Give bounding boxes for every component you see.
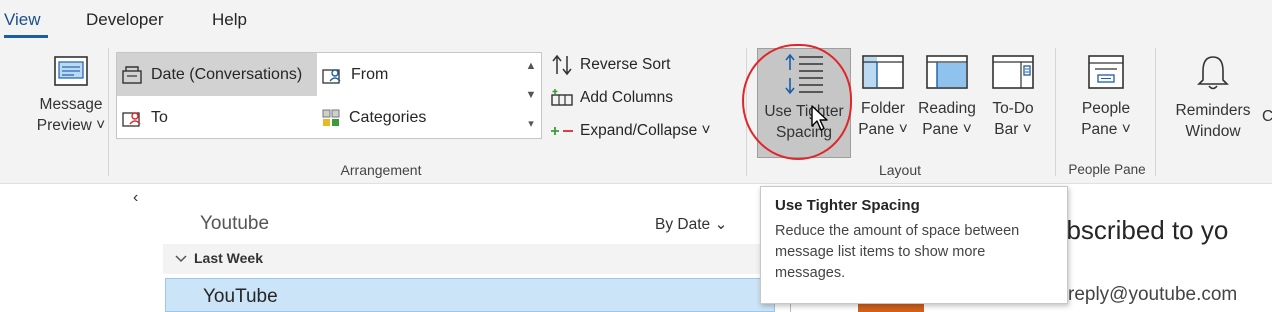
collapse-folder-pane-button[interactable]: ‹ xyxy=(133,189,138,207)
tooltip-body: Reduce the amount of space between messa… xyxy=(775,223,1020,281)
reminders-window-button[interactable]: Reminders Window xyxy=(1168,54,1258,142)
arrangement-item-label: Date (Conversations) xyxy=(151,65,303,83)
divider xyxy=(1155,48,1156,176)
chevron-down-icon xyxy=(175,255,187,263)
arrangement-categories[interactable]: Categories xyxy=(321,99,521,137)
tab-developer[interactable]: Developer xyxy=(86,10,164,30)
add-columns-icon xyxy=(551,89,573,106)
people-pane-group-label: People Pane xyxy=(1068,162,1146,177)
message-preview-button[interactable]: Message Preview ˅ xyxy=(28,54,114,136)
arrangement-item-label: Categories xyxy=(349,109,427,126)
folder-pane-label-2: Pane ˅ xyxy=(858,121,908,138)
people-pane-button[interactable]: People Pane ˅ xyxy=(1070,54,1142,140)
people-pane-label-1: People xyxy=(1081,100,1131,117)
message-subject: ubscribed to yo xyxy=(1052,215,1229,245)
truncated-button-label: C xyxy=(1262,108,1272,125)
arrangement-from[interactable]: From xyxy=(321,57,521,93)
message-sender: YouTube xyxy=(203,286,278,307)
annotation-circle xyxy=(742,44,852,160)
folder-pane-button[interactable]: Folder Pane ˅ xyxy=(854,54,912,140)
tooltip: Use Tighter Spacing Reduce the amount of… xyxy=(760,186,1068,304)
sender-avatar xyxy=(858,304,924,312)
message-preview-icon xyxy=(54,56,88,86)
arrangement-date-conversations[interactable]: Date (Conversations) xyxy=(117,53,317,96)
group-header-label: Last Week xyxy=(194,250,263,266)
people-pane-icon xyxy=(1088,55,1124,89)
reverse-sort-icon xyxy=(552,54,572,76)
mouse-cursor-icon xyxy=(811,105,828,131)
reading-pane-button[interactable]: Reading Pane ˅ xyxy=(914,54,980,140)
reading-pane-label-2: Pane ˅ xyxy=(922,121,972,138)
message-preview-label-2: Preview ˅ xyxy=(36,117,106,134)
layout-group-label: Layout xyxy=(878,162,922,178)
todo-bar-label-1: To-Do xyxy=(992,100,1034,117)
sender-address: reply@youtube.com xyxy=(1068,284,1238,305)
todo-bar-label-2: Bar ˅ xyxy=(994,121,1032,138)
arrangement-item-label: To xyxy=(151,109,168,126)
reminders-window-label-1: Reminders xyxy=(1175,102,1251,119)
date-icon xyxy=(122,65,142,84)
to-icon xyxy=(122,112,141,127)
tooltip-title: Use Tighter Spacing xyxy=(775,197,920,214)
reverse-sort-button[interactable]: Reverse Sort xyxy=(550,54,670,76)
people-pane-label-2: Pane ˅ xyxy=(1081,121,1131,138)
folder-pane-icon xyxy=(862,55,904,89)
todo-bar-button[interactable]: To-Do Bar ˅ xyxy=(984,54,1042,140)
arrangement-to[interactable]: To xyxy=(117,99,317,137)
arrangement-group-label: Arrangement xyxy=(340,162,422,178)
active-tab-indicator xyxy=(4,35,48,38)
gallery-scroll-down[interactable]: ▼ xyxy=(521,81,541,109)
message-preview-label-1: Message xyxy=(39,96,103,113)
tab-help[interactable]: Help xyxy=(212,10,247,30)
gallery-more[interactable]: ▾ xyxy=(521,110,541,138)
folder-pane-label-1: Folder xyxy=(861,100,905,117)
divider xyxy=(108,48,109,176)
sort-by-date-button[interactable]: By Date ⌄ xyxy=(655,215,727,234)
tab-view[interactable]: View xyxy=(4,10,41,30)
reading-pane-label-1: Reading xyxy=(918,100,976,117)
todo-bar-icon xyxy=(992,55,1034,89)
expand-collapse-label: Expand/Collapse ˅ xyxy=(580,122,711,139)
add-columns-label: Add Columns xyxy=(580,89,674,106)
ribbon-tabs: View Developer Help xyxy=(0,0,1272,40)
reminders-window-label-2: Window xyxy=(1185,123,1241,140)
reading-pane-icon xyxy=(926,55,968,89)
arrangement-gallery: Date (Conversations) From To Categories xyxy=(116,52,542,139)
arrangement-item-label: From xyxy=(351,66,389,83)
expand-collapse-icon xyxy=(551,127,573,135)
add-columns-button[interactable]: Add Columns xyxy=(550,88,673,108)
divider xyxy=(1055,48,1056,176)
bell-icon xyxy=(1197,56,1229,90)
ribbon: Message Preview ˅ Date (Conversations) F… xyxy=(0,40,1272,184)
expand-collapse-button[interactable]: Expand/Collapse ˅ xyxy=(550,122,711,140)
folder-title: Youtube xyxy=(200,213,270,234)
categories-icon xyxy=(322,109,340,126)
gallery-scroll-up[interactable]: ▲ xyxy=(521,52,541,80)
reverse-sort-label: Reverse Sort xyxy=(580,56,671,73)
from-icon xyxy=(322,69,341,84)
